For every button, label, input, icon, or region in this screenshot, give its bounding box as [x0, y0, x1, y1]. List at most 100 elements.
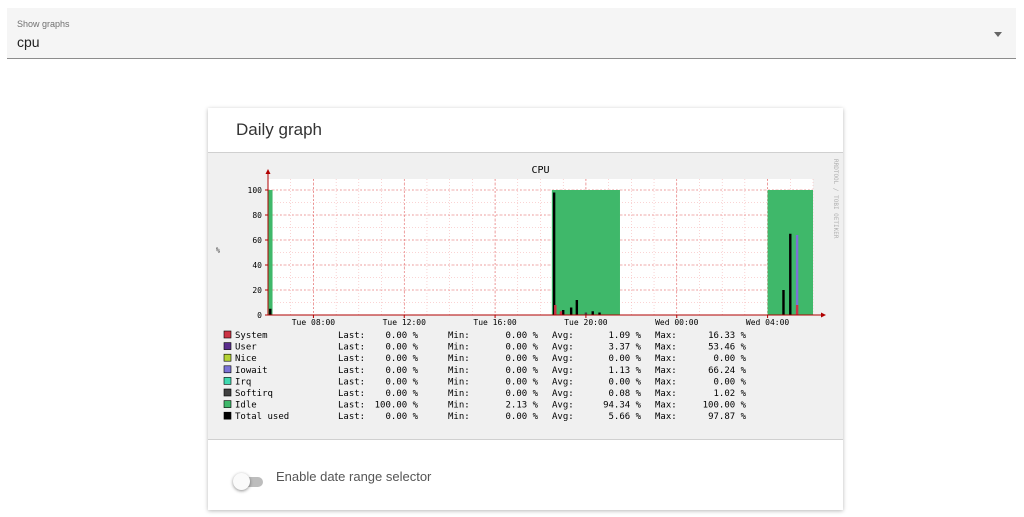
x-tick-label: Tue 08:00	[292, 318, 336, 327]
legend-avg-label: Avg:	[552, 401, 574, 411]
legend-max-label: Max:	[655, 377, 677, 387]
legend-last-label: Last:	[338, 401, 365, 411]
series-spike	[795, 305, 799, 315]
legend-last-label: Last:	[338, 389, 365, 399]
legend-max-value: 1.02 %	[713, 389, 746, 399]
y-axis-label: %	[216, 247, 221, 255]
legend-min-label: Min:	[448, 401, 470, 411]
legend-max-label: Max:	[655, 412, 677, 422]
legend-max-label: Max:	[655, 366, 677, 376]
legend-swatch	[223, 330, 232, 339]
date-range-toggle[interactable]	[233, 472, 269, 492]
legend-last-label: Last:	[338, 354, 365, 364]
legend-last-label: Last:	[338, 412, 365, 422]
toggle-knob	[233, 473, 250, 490]
series-spike	[269, 308, 272, 315]
legend-min-value: 2.13 %	[505, 401, 538, 411]
graph-select-value: cpu	[17, 34, 40, 50]
legend-min-value: 0.00 %	[505, 412, 538, 422]
idle-area	[268, 190, 273, 315]
legend-max-label: Max:	[655, 343, 677, 353]
dropdown-arrow-icon[interactable]	[994, 32, 1002, 37]
legend-avg-value: 0.00 %	[608, 354, 641, 364]
legend-last-label: Last:	[338, 331, 365, 341]
legend-avg-value: 1.13 %	[608, 366, 641, 376]
series-spike	[569, 307, 573, 315]
legend-series-name: Irq	[235, 377, 251, 387]
y-tick-label: 60	[252, 236, 262, 245]
legend-min-value: 0.00 %	[505, 354, 538, 364]
legend-min-value: 0.00 %	[505, 389, 538, 399]
legend-min-label: Min:	[448, 389, 470, 399]
legend-avg-label: Avg:	[552, 331, 574, 341]
legend-avg-label: Avg:	[552, 389, 574, 399]
legend-max-value: 0.00 %	[713, 354, 746, 364]
legend-avg-value: 0.00 %	[608, 377, 641, 387]
legend-min-label: Min:	[448, 343, 470, 353]
toggle-label: Enable date range selector	[276, 469, 432, 484]
legend-max-label: Max:	[655, 401, 677, 411]
legend-last-label: Last:	[338, 366, 365, 376]
y-tick-label: 20	[252, 286, 262, 295]
legend-last-value: 0.00 %	[385, 377, 418, 387]
series-spike	[795, 235, 799, 315]
x-tick-label: Wed 04:00	[746, 318, 790, 327]
series-spike	[552, 192, 556, 315]
legend-series-name: System	[235, 331, 268, 341]
legend-swatch	[223, 377, 232, 385]
legend-max-value: 100.00 %	[703, 401, 747, 411]
plot-background	[268, 179, 813, 315]
rrd-graph-image: CPU% RRDTOOL / TOBI OETIKER 0 20 40 60 80 100 Tu…	[208, 152, 843, 440]
legend-series-name: Nice	[235, 354, 257, 364]
legend-last-value: 0.00 %	[385, 389, 418, 399]
legend-min-label: Min:	[448, 331, 470, 341]
x-tick-label: Tue 12:00	[383, 318, 427, 327]
series-spike	[562, 310, 565, 315]
legend-swatch	[223, 388, 232, 397]
legend-max-label: Max:	[655, 331, 677, 341]
cpu-chart: CPU% RRDTOOL / TOBI OETIKER 0 20 40 60 80 100 Tu…	[216, 159, 839, 422]
legend-avg-value: 5.66 %	[608, 412, 641, 422]
legend-max-value: 0.00 %	[713, 377, 746, 387]
legend-max-label: Max:	[655, 354, 677, 364]
legend-series-name: User	[235, 343, 257, 353]
legend-swatch	[223, 400, 232, 408]
legend-last-label: Last:	[338, 377, 365, 387]
legend-min-label: Min:	[448, 412, 470, 422]
legend-min-label: Min:	[448, 377, 470, 387]
legend-series-name: Total used	[235, 412, 289, 422]
legend-min-value: 0.00 %	[505, 331, 538, 341]
legend-series-name: Softirq	[235, 389, 273, 399]
legend-last-value: 0.00 %	[385, 412, 418, 422]
legend-series-name: Idle	[235, 401, 257, 411]
series-spike	[591, 311, 594, 315]
legend-min-label: Min:	[448, 366, 470, 376]
x-tick-label: Tue 20:00	[564, 318, 608, 327]
legend-max-value: 53.46 %	[708, 343, 747, 353]
graph-select-label: Show graphs	[17, 19, 70, 29]
legend-avg-value: 0.08 %	[608, 389, 641, 399]
x-tick-label: Tue 16:00	[473, 318, 517, 327]
legend-min-value: 0.00 %	[505, 377, 538, 387]
legend-last-value: 100.00 %	[375, 401, 419, 411]
legend-max-value: 66.24 %	[708, 366, 747, 376]
legend-avg-value: 3.37 %	[608, 343, 641, 353]
series-spike	[782, 290, 785, 315]
legend-last-value: 0.00 %	[385, 354, 418, 364]
y-tick-label: 40	[252, 261, 262, 270]
legend-avg-label: Avg:	[552, 354, 574, 364]
legend-avg-value: 94.34 %	[603, 401, 642, 411]
series-spike	[575, 300, 579, 315]
legend-max-label: Max:	[655, 389, 677, 399]
legend-max-value: 97.87 %	[708, 412, 747, 422]
daily-graph-card: Daily graph CPU% RRDTOOL / TOBI OETIKER 0 2…	[208, 108, 843, 510]
y-tick-label: 80	[252, 211, 262, 220]
chart-watermark: RRDTOOL / TOBI OETIKER	[832, 159, 839, 239]
legend-swatch	[223, 353, 232, 362]
series-spike	[789, 233, 792, 315]
chart-title: CPU	[531, 165, 549, 176]
legend-swatch	[223, 365, 232, 374]
graph-select[interactable]: Show graphs cpu	[7, 8, 1016, 59]
legend-min-value: 0.00 %	[505, 366, 538, 376]
x-axis-arrow-icon	[821, 312, 826, 318]
